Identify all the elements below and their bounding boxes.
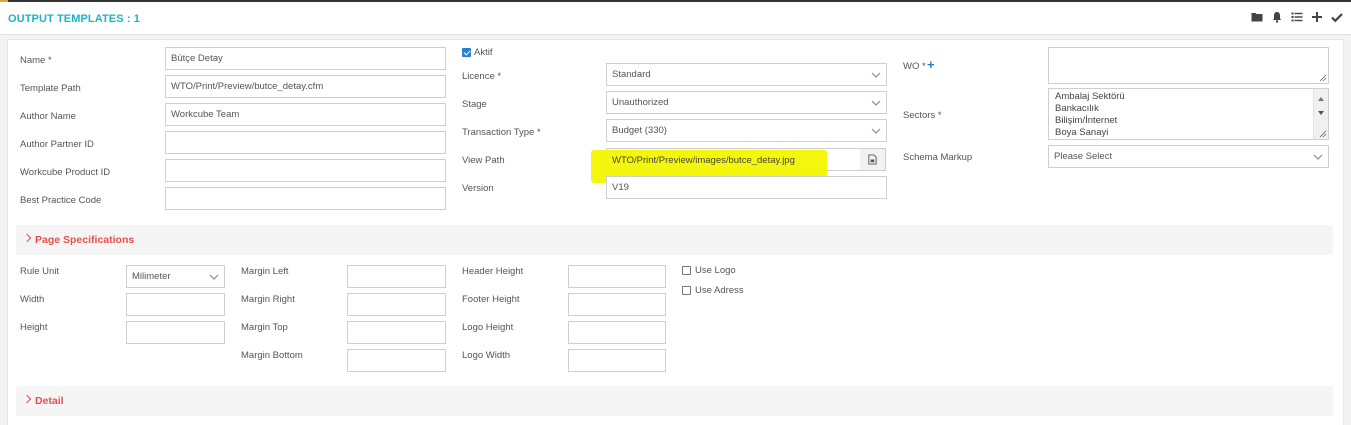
- list-item[interactable]: Bankacılık: [1055, 103, 1099, 114]
- view-path-label: View Path: [462, 155, 505, 166]
- top-bar: OUTPUT TEMPLATES : 1: [0, 0, 1351, 35]
- page-specifications-header[interactable]: Page Specifications: [16, 225, 1333, 255]
- schema-markup-select[interactable]: Please Select: [1048, 145, 1329, 168]
- header-height-label: Header Height: [462, 266, 524, 277]
- margin-top-label: Margin Top: [241, 322, 288, 333]
- header-height-input[interactable]: [568, 265, 666, 288]
- margin-left-input[interactable]: [347, 265, 446, 288]
- section-title: Detail: [35, 395, 64, 407]
- aktif-label: Aktif: [474, 47, 493, 58]
- list-item[interactable]: Bilişim/İnternet: [1055, 115, 1117, 126]
- wo-textarea[interactable]: [1048, 47, 1329, 84]
- chevron-down-icon: [209, 274, 219, 280]
- rule-unit-value: Milimeter: [132, 271, 171, 282]
- margin-right-input[interactable]: [347, 293, 446, 316]
- chevron-down-icon: [1313, 154, 1323, 160]
- browse-file-button[interactable]: [860, 148, 886, 171]
- use-adress-checkbox[interactable]: [682, 286, 691, 295]
- logo-width-label: Logo Width: [462, 350, 511, 361]
- scroll-up-icon[interactable]: [1318, 97, 1324, 101]
- transaction-type-select[interactable]: Budget (330): [606, 119, 887, 142]
- name-input[interactable]: Bütçe Detay: [165, 47, 446, 70]
- licence-value: Standard: [612, 69, 651, 80]
- template-path-input[interactable]: WTO/Print/Preview/butce_detay.cfm: [165, 75, 446, 98]
- view-path-value: WTO/Print/Preview/images/butce_detay.jpg: [612, 155, 795, 166]
- use-logo-label: Use Logo: [695, 265, 736, 276]
- check-icon[interactable]: [1330, 11, 1343, 24]
- aktif-checkbox[interactable]: [462, 48, 471, 57]
- margin-bottom-label: Margin Bottom: [241, 350, 303, 361]
- licence-label: Licence *: [462, 71, 502, 82]
- folder-icon[interactable]: [1250, 11, 1263, 24]
- sectors-listbox[interactable]: Ambalaj Sektörü Bankacılık Bilişim/İnter…: [1048, 88, 1329, 140]
- use-adress-label: Use Adress: [695, 285, 744, 296]
- stage-value: Unauthorized: [612, 97, 669, 108]
- stage-label: Stage: [462, 99, 487, 110]
- workcube-product-id-label: Workcube Product ID: [20, 167, 111, 178]
- resize-grip-icon: [1319, 74, 1327, 82]
- wo-label: WO *: [903, 61, 926, 72]
- scroll-down-icon[interactable]: [1318, 111, 1324, 115]
- margin-left-label: Margin Left: [241, 266, 289, 277]
- bell-icon[interactable]: [1270, 11, 1283, 24]
- logo-height-input[interactable]: [568, 321, 666, 344]
- list-icon[interactable]: [1290, 11, 1303, 24]
- stage-select[interactable]: Unauthorized: [606, 91, 887, 114]
- resize-grip-icon: [1319, 130, 1327, 138]
- width-input[interactable]: [126, 293, 225, 316]
- file-icon: [868, 154, 877, 165]
- chevron-down-icon: [871, 128, 881, 134]
- height-label: Height: [20, 322, 48, 333]
- author-partner-id-input[interactable]: [165, 131, 446, 154]
- version-input[interactable]: V19: [606, 176, 887, 199]
- schema-markup-value: Please Select: [1054, 151, 1113, 162]
- height-input[interactable]: [126, 321, 225, 344]
- chevron-right-icon: [22, 233, 32, 243]
- version-label: Version: [462, 183, 494, 194]
- author-partner-id-label: Author Partner ID: [20, 139, 94, 150]
- detail-header[interactable]: Detail: [16, 386, 1333, 416]
- margin-right-label: Margin Right: [241, 294, 295, 305]
- rule-unit-select[interactable]: Milimeter: [126, 265, 225, 288]
- workcube-product-id-input[interactable]: [165, 159, 446, 182]
- transaction-type-value: Budget (330): [612, 125, 667, 136]
- transaction-type-label: Transaction Type *: [462, 127, 541, 138]
- chevron-down-icon: [871, 100, 881, 106]
- plus-icon[interactable]: [1310, 11, 1323, 24]
- name-label: Name *: [20, 55, 52, 66]
- chevron-down-icon: [871, 72, 881, 78]
- width-label: Width: [20, 294, 45, 305]
- page-title: OUTPUT TEMPLATES : 1: [8, 13, 140, 25]
- section-title: Page Specifications: [35, 234, 135, 246]
- add-wo-icon[interactable]: +: [927, 57, 935, 72]
- list-item[interactable]: Ambalaj Sektörü: [1055, 91, 1125, 102]
- chevron-right-icon: [22, 394, 32, 404]
- schema-markup-label: Schema Markup: [903, 152, 973, 163]
- margin-top-input[interactable]: [347, 321, 446, 344]
- licence-select[interactable]: Standard: [606, 63, 887, 86]
- footer-height-input[interactable]: [568, 293, 666, 316]
- list-item[interactable]: Boya Sanayi: [1055, 127, 1108, 138]
- top-accent: [0, 0, 8, 2]
- best-practice-code-label: Best Practice Code: [20, 195, 102, 206]
- logo-width-input[interactable]: [568, 349, 666, 372]
- author-name-input[interactable]: Workcube Team: [165, 103, 446, 126]
- sectors-scrollbar[interactable]: [1313, 89, 1328, 139]
- best-practice-code-input[interactable]: [165, 187, 446, 210]
- author-name-label: Author Name: [20, 111, 76, 122]
- use-logo-checkbox[interactable]: [682, 266, 691, 275]
- template-path-label: Template Path: [20, 83, 81, 94]
- margin-bottom-input[interactable]: [347, 349, 446, 372]
- sectors-label: Sectors *: [903, 110, 942, 121]
- rule-unit-label: Rule Unit: [20, 266, 60, 277]
- footer-height-label: Footer Height: [462, 294, 520, 305]
- toolbar: [1250, 11, 1343, 24]
- logo-height-label: Logo Height: [462, 322, 514, 333]
